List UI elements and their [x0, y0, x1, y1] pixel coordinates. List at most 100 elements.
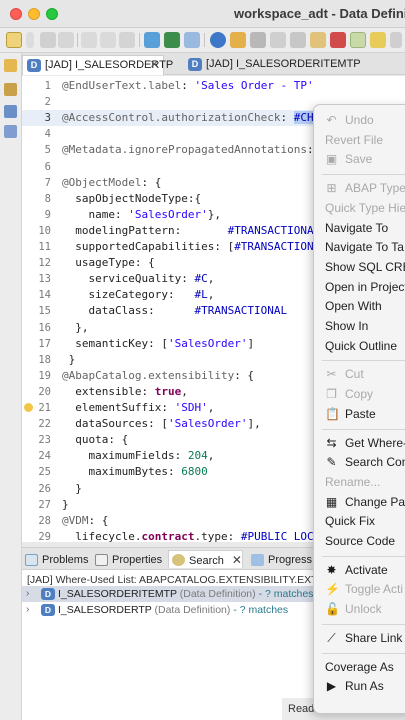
run-icon[interactable]	[164, 32, 180, 48]
menu-item-quick-outline[interactable]: Quick Outline	[314, 337, 405, 356]
more-icon[interactable]	[390, 32, 402, 48]
search-icon[interactable]	[184, 32, 200, 48]
tab-problems[interactable]: Problems	[22, 551, 88, 569]
copy-icon: ❐	[326, 387, 337, 402]
menu-item-search-con[interactable]: ✎ Search Con	[314, 453, 405, 472]
menu-separator	[322, 652, 405, 654]
menu-item-run-as[interactable]: ▶ Run As	[314, 677, 405, 696]
menu-item-show-sql-cre[interactable]: Show SQL CRE	[314, 258, 405, 277]
highlight-icon[interactable]	[350, 32, 366, 48]
link-icon: ⟋	[327, 630, 336, 645]
where-used-icon: ⇆	[326, 435, 337, 450]
editor-tab-i-salesorderitemtp[interactable]: D [JAD] I_SALESORDERITEMTP	[184, 55, 361, 75]
quick-fix-marker-icon[interactable]	[24, 403, 33, 412]
line-number: 3	[44, 112, 51, 125]
transport-icon[interactable]	[270, 32, 286, 48]
code-text: @EndUserText.label: 'Sales Order - TP'	[62, 79, 314, 92]
line-number: 6	[44, 160, 51, 173]
menu-item-change-pac[interactable]: ▦ Change Pac	[314, 493, 405, 512]
close-tab-icon[interactable]: ✕	[232, 553, 242, 567]
type-hierarchy-icon: ⊞	[326, 181, 337, 196]
code-text: extensible: true,	[62, 384, 188, 398]
activate-all-icon[interactable]	[250, 32, 266, 48]
menu-item-activate[interactable]: ✸ Activate	[314, 561, 405, 580]
project-explorer-icon[interactable]	[4, 59, 17, 72]
line-number: 27	[38, 498, 51, 511]
line-number: 24	[38, 450, 51, 463]
menu-item-coverage-as[interactable]: Coverage As	[314, 658, 405, 677]
editor-tab-label: [JAD] I_SALESORDERITEMTP	[206, 58, 361, 70]
line-number: 15	[38, 305, 51, 318]
undo-icon[interactable]	[81, 32, 97, 48]
code-text: }	[62, 497, 69, 511]
menu-item-share-link[interactable]: ⟋ Share Link	[314, 629, 405, 648]
pencil-icon[interactable]	[370, 32, 386, 48]
check-icon[interactable]	[210, 32, 226, 48]
outline-icon[interactable]	[4, 105, 17, 118]
menu-item-get-where[interactable]: ⇆ Get Where-	[314, 434, 405, 453]
code-text: quota: {	[62, 433, 129, 447]
menu-item-rename: Rename...	[314, 473, 405, 492]
hierarchy-icon[interactable]	[4, 125, 17, 138]
menu-item-quick-fix[interactable]: Quick Fix	[314, 512, 405, 531]
line-number: 7	[44, 176, 51, 189]
menu-item-cut: ✂ Cut	[314, 365, 405, 384]
menu-item-navigate-to[interactable]: Navigate To	[314, 219, 405, 238]
save-icon[interactable]	[40, 32, 56, 48]
tab-progress[interactable]: Progress	[248, 551, 312, 569]
close-tab-icon[interactable]: ✕	[150, 56, 159, 75]
menu-item-label: Navigate To	[325, 220, 389, 235]
close-window-button[interactable]	[10, 8, 22, 20]
lock-icon[interactable]	[310, 32, 326, 48]
print-icon[interactable]	[290, 32, 306, 48]
menu-item-open-in-project[interactable]: Open in Project	[314, 278, 405, 297]
code-text: elementSuffix: 'SDH',	[62, 401, 215, 414]
new-icon[interactable]	[6, 32, 22, 48]
code-text: }	[62, 352, 76, 366]
title-bar: workspace_adt - Data Definiti	[0, 0, 405, 28]
menu-item-label: Quick Outline	[325, 338, 398, 353]
debug-icon[interactable]	[330, 32, 346, 48]
menu-item-paste[interactable]: 📋 Paste	[314, 405, 405, 424]
activate-icon[interactable]	[230, 32, 246, 48]
menu-item-show-in[interactable]: Show In	[314, 317, 405, 336]
run-icon: ▶	[326, 679, 337, 694]
open-abap-icon[interactable]	[144, 32, 160, 48]
menu-item-unlock: 🔓 Unlock	[314, 600, 405, 619]
expand-chevron-icon[interactable]: ›	[26, 602, 29, 618]
new-dropdown-icon[interactable]	[26, 32, 34, 48]
menu-item-toggle-acti: ⚡ Toggle Acti	[314, 580, 405, 599]
save-all-icon[interactable]	[58, 32, 74, 48]
tab-properties[interactable]: Properties	[92, 551, 162, 569]
code-text: semanticKey: ['SalesOrder']	[62, 336, 255, 350]
packages-icon[interactable]	[4, 83, 17, 96]
menu-item-open-with[interactable]: Open With	[314, 297, 405, 316]
menu-item-source-code[interactable]: Source Code	[314, 532, 405, 551]
expand-chevron-icon[interactable]: ›	[26, 586, 29, 602]
link-icon[interactable]	[119, 32, 135, 48]
menu-item-revert-file: Revert File	[314, 131, 405, 150]
line-number: 10	[38, 224, 51, 237]
code-text: }	[62, 481, 82, 495]
minimize-window-button[interactable]	[28, 8, 40, 20]
menu-item-label: Share Link	[345, 630, 403, 645]
menu-item-navigate-to-ta[interactable]: Navigate To Ta	[314, 238, 405, 257]
editor-tab-i-salesordertp[interactable]: D [JAD] I_SALESORDERTP ✕	[22, 55, 173, 75]
toggle-icon: ⚡	[325, 582, 340, 597]
problems-icon	[25, 554, 38, 566]
code-line[interactable]: 1 @EndUserText.label: 'Sales Order - TP'	[22, 78, 405, 94]
result-label: I_SALESORDERITEMTP (Data Definition) - ?…	[58, 588, 314, 600]
code-text: @AbapCatalog.extensibility: {	[62, 368, 255, 382]
menu-item-label: Activate	[345, 562, 388, 577]
menu-item-label: Open With	[325, 299, 382, 314]
zoom-window-button[interactable]	[46, 8, 58, 20]
menu-item-label: ABAP Type	[345, 181, 405, 196]
result-label: I_SALESORDERTP (Data Definition) - ? mat…	[58, 604, 289, 616]
line-number: 5	[44, 144, 51, 157]
menu-item-undo: ↶ Undo	[314, 111, 405, 130]
code-text: },	[62, 320, 89, 334]
menu-separator	[322, 428, 405, 430]
tab-search[interactable]: Search ✕	[168, 550, 243, 568]
menu-separator	[322, 360, 405, 362]
redo-icon[interactable]	[100, 32, 116, 48]
